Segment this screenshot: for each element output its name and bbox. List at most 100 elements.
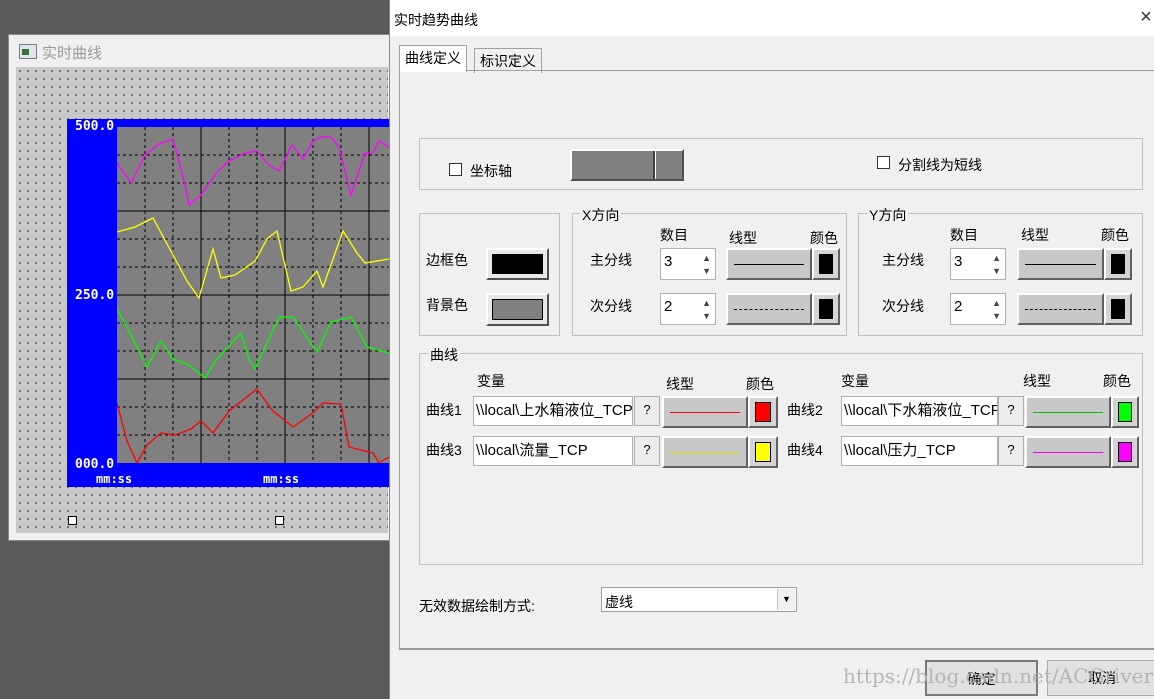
x-major-color-swatch [819,254,833,274]
x-direction-group: X方向 数目 线型 颜色 主分线 3 ▲ ▼ 次分线 2 ▲ ▼ [572,205,847,336]
watermark-text: https://blog.csdn.net/ACGriver [843,664,1154,688]
tab-curve-definition[interactable]: 曲线定义 [399,45,467,72]
curve4-color-button[interactable] [1111,436,1139,468]
spin-up-icon[interactable]: ▲ [992,298,1001,308]
x-count-header: 数目 [660,227,688,243]
curve2-linetype-button[interactable] [1025,396,1111,428]
curve1-line-preview [670,412,740,413]
curve-red [116,388,390,465]
spin-up-icon[interactable]: ▲ [702,253,711,263]
y-major-label: 主分线 [882,252,924,268]
spin-down-icon[interactable]: ▼ [992,266,1001,276]
y-major-linetype-button[interactable] [1017,248,1104,280]
invalid-data-label: 无效数据绘制方式: [419,598,535,614]
y-axis-label-mid: 250.0 [75,288,115,303]
curve-magenta [116,136,390,207]
x-minor-linetype-button[interactable] [726,293,812,325]
background-color-button[interactable] [486,293,549,326]
y-minor-color-button[interactable] [1104,293,1132,325]
border-color-button[interactable] [486,248,549,280]
dashed-line-preview [1025,309,1096,310]
curve-yellow [116,217,390,300]
axis-color-button[interactable] [570,149,684,181]
resize-handle-bottom-left[interactable] [68,516,77,525]
y-direction-title: Y方向 [867,205,909,225]
border-color-swatch [492,254,543,274]
y-minor-linetype-button[interactable] [1017,293,1104,325]
curves-title: 曲线 [428,345,460,365]
curve3-browse-button[interactable]: ? [634,436,660,466]
spin-up-icon[interactable]: ▲ [702,298,711,308]
curve1-variable-input[interactable]: \\local\上水箱液位_TCP [473,396,633,426]
curve1-label: 曲线1 [426,402,462,418]
spin-down-icon[interactable]: ▼ [992,311,1001,321]
curves-color-header-right: 颜色 [1103,373,1131,389]
curve4-label: 曲线4 [787,442,823,458]
curve2-variable-input[interactable]: \\local\下水箱液位_TCP [841,396,998,426]
y-minor-count-spinner[interactable]: 2 ▲ ▼ [950,293,1006,325]
curve2-browse-button[interactable]: ? [998,396,1024,426]
x-major-count-spinner[interactable]: 3 ▲ ▼ [660,248,716,280]
trend-chart-frame[interactable]: 500.0 250.0 000.0 mm:ss mm:ss [67,119,390,487]
curves-variable-header-right: 变量 [841,373,869,389]
curves-linetype-header-left: 线型 [666,376,694,392]
y-axis-label-top: 500.0 [75,119,115,134]
background-window-titlebar[interactable]: 实时曲线 [9,35,391,67]
y-major-count-value: 3 [954,253,963,270]
curve4-linetype-button[interactable] [1025,436,1111,468]
resize-handle-bottom-center[interactable] [275,516,284,525]
y-major-count-spinner[interactable]: 3 ▲ ▼ [950,248,1006,280]
frame-colors-group: 边框色 背景色 [419,213,560,336]
x-minor-count-spinner[interactable]: 2 ▲ ▼ [660,293,716,325]
x-minor-color-button[interactable] [812,293,840,325]
panel-divider [399,648,1154,650]
y-color-header: 颜色 [1101,227,1129,243]
curve1-browse-button[interactable]: ? [634,396,660,426]
y-minor-count-value: 2 [954,298,963,315]
x-major-linetype-button[interactable] [726,248,812,280]
axis-checkbox[interactable] [449,163,462,176]
x-direction-title: X方向 [580,205,622,225]
solid-line-preview [1025,264,1096,265]
x-major-color-button[interactable] [812,248,840,280]
y-axis-label-bottom: 000.0 [75,457,115,472]
spin-down-icon[interactable]: ▼ [702,311,711,321]
curves-group: 曲线 变量 线型 颜色 变量 线型 颜色 曲线1 \\local\上水箱液位_T… [419,345,1143,565]
background-color-label: 背景色 [426,297,468,313]
curve3-variable-input[interactable]: \\local\流量_TCP [473,436,633,466]
x-linetype-header: 线型 [729,230,757,246]
x-axis-label-2: mm:ss [263,472,300,486]
curve4-browse-button[interactable]: ? [998,436,1024,466]
curve2-line-preview [1033,412,1103,413]
curve1-linetype-button[interactable] [662,396,748,428]
curve1-color-swatch [755,402,771,422]
curve2-color-button[interactable] [1111,396,1139,428]
x-axis-label-1: mm:ss [96,472,133,486]
invalid-data-select[interactable]: 虚线 ▼ [601,587,797,612]
dashed-divider-checkbox[interactable] [877,156,890,169]
window-app-icon [19,44,37,59]
curve4-color-swatch [1118,442,1132,462]
solid-line-preview [734,264,804,265]
background-color-swatch [492,299,543,320]
border-color-label: 边框色 [426,252,468,268]
dialog-titlebar[interactable]: 实时趋势曲线 × [390,0,1154,36]
y-count-header: 数目 [950,227,978,243]
curve3-color-button[interactable] [748,436,778,468]
curve3-color-swatch [755,442,771,462]
axis-checkbox-label: 坐标轴 [470,163,512,179]
spin-down-icon[interactable]: ▼ [702,266,711,276]
y-minor-color-swatch [1111,299,1125,319]
x-minor-count-value: 2 [664,298,673,315]
curve1-color-button[interactable] [748,396,778,428]
dialog-title: 实时趋势曲线 [394,12,478,28]
curve3-linetype-button[interactable] [662,436,748,468]
spin-up-icon[interactable]: ▲ [992,253,1001,263]
background-window-title: 实时曲线 [42,45,103,62]
curve4-variable-input[interactable]: \\local\压力_TCP [841,436,998,466]
close-icon[interactable]: × [1137,7,1154,28]
chevron-down-icon[interactable]: ▼ [777,589,795,610]
major-grid [117,127,389,463]
curve4-line-preview [1033,452,1103,453]
y-major-color-button[interactable] [1104,248,1132,280]
